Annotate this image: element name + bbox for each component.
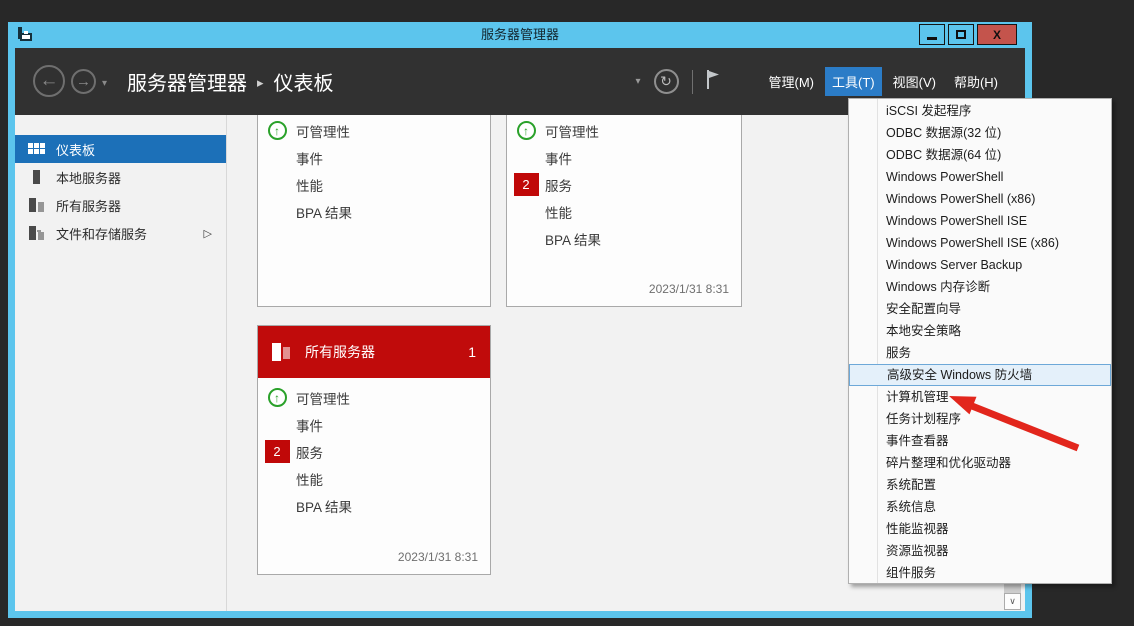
local-server-icon (28, 169, 45, 185)
tools-menu-item-local-security-policy[interactable]: 本地安全策略 (849, 320, 1111, 342)
tools-menu-item-powershell-ise[interactable]: Windows PowerShell ISE (849, 210, 1111, 232)
back-arrow-icon: ← (40, 70, 59, 92)
chevron-down-icon: ∨ (1009, 596, 1016, 607)
manageability-up-icon: ↑ (517, 121, 536, 140)
tile-row-manageability[interactable]: ↑ 可管理性 (507, 117, 741, 144)
history-dropdown-icon[interactable]: ▾ (102, 78, 107, 89)
breadcrumb-root[interactable]: 服务器管理器 (127, 67, 247, 96)
tools-menu-item-powershell[interactable]: Windows PowerShell (849, 166, 1111, 188)
sidebar-item-label: 文件和存储服务 (56, 224, 147, 243)
tools-menu-item-services[interactable]: 服务 (849, 342, 1111, 364)
manageability-up-icon: ↑ (268, 121, 287, 140)
tools-menu-item-computer-management[interactable]: 计算机管理 (849, 386, 1111, 408)
tools-dropdown-menu: iSCSI 发起程序 ODBC 数据源(32 位) ODBC 数据源(64 位)… (848, 98, 1112, 584)
titlebar[interactable]: 服务器管理器 X (8, 22, 1032, 48)
maximize-icon (956, 30, 966, 39)
tools-menu-item-system-information[interactable]: 系统信息 (849, 496, 1111, 518)
tile-header-label: 所有服务器 (305, 342, 375, 362)
sidebar-item-dashboard[interactable]: 仪表板 (15, 135, 226, 163)
tools-menu-item-performance-monitor[interactable]: 性能监视器 (849, 518, 1111, 540)
tools-menu-item-security-config-wizard[interactable]: 安全配置向导 (849, 298, 1111, 320)
tile-row-performance[interactable]: 性能 (258, 465, 490, 492)
menu-help[interactable]: 帮助(H) (947, 67, 1005, 96)
tile-row-bpa-results[interactable]: BPA 结果 (507, 225, 741, 252)
sidebar-item-label: 本地服务器 (56, 168, 121, 187)
file-storage-icon (28, 225, 45, 241)
services-count-badge: 2 (514, 173, 539, 196)
tile-row-events[interactable]: 事件 (507, 144, 741, 171)
tile-row-bpa-results[interactable]: BPA 结果 (258, 492, 490, 519)
manageability-up-icon: ↑ (268, 388, 287, 407)
tile-row-performance[interactable]: 性能 (258, 171, 490, 198)
window-controls: X (919, 24, 1017, 45)
sidebar-item-label: 仪表板 (56, 140, 95, 159)
breadcrumb: 服务器管理器 ▸ 仪表板 (127, 48, 334, 115)
tile-timestamp: 2023/1/31 8:31 (398, 550, 478, 564)
menu-tools[interactable]: 工具(T) (825, 67, 882, 96)
tools-menu-item-powershell-ise-x86[interactable]: Windows PowerShell ISE (x86) (849, 232, 1111, 254)
refresh-icon: ↻ (660, 73, 672, 90)
refresh-button[interactable]: ↻ (654, 69, 679, 94)
tile-row-events[interactable]: 事件 (258, 411, 490, 438)
tools-menu-item-system-configuration[interactable]: 系统配置 (849, 474, 1111, 496)
navbar-menus: 管理(M) 工具(T) 视图(V) 帮助(H) (762, 67, 1006, 96)
role-tile-2: ↑ 可管理性 事件 2 服务 (506, 115, 742, 307)
desktop-background: 服务器管理器 X ← → ▾ 服务器管理器 ▸ 仪表板 ▾ ↻ (0, 0, 1134, 626)
breadcrumb-current: 仪表板 (274, 67, 334, 96)
sidebar-item-local-server[interactable]: 本地服务器 (15, 163, 226, 191)
minimize-icon (927, 37, 937, 40)
close-icon: X (993, 28, 1001, 42)
tile-server-count: 1 (468, 344, 476, 360)
tools-menu-item-iscsi-initiator[interactable]: iSCSI 发起程序 (849, 100, 1111, 122)
breadcrumb-separator-icon: ▸ (257, 73, 264, 91)
all-servers-icon (28, 197, 45, 213)
tools-menu-item-defrag-optimize-drives[interactable]: 碎片整理和优化驱动器 (849, 452, 1111, 474)
tools-menu-item-task-scheduler[interactable]: 任务计划程序 (849, 408, 1111, 430)
dashboard-icon (28, 141, 45, 157)
tools-menu-item-powershell-x86[interactable]: Windows PowerShell (x86) (849, 188, 1111, 210)
close-button[interactable]: X (977, 24, 1017, 45)
menu-manage[interactable]: 管理(M) (762, 67, 822, 96)
all-servers-tile-header[interactable]: 所有服务器 1 (258, 326, 490, 378)
tile-row-manageability[interactable]: ↑ 可管理性 (258, 117, 490, 144)
sidebar: 仪表板 本地服务器 所有服务器 (15, 115, 227, 611)
servers-icon (272, 342, 294, 362)
tile-row-services[interactable]: 2 服务 (258, 438, 490, 465)
window-title: 服务器管理器 (8, 22, 1032, 48)
notifications-dropdown-icon[interactable]: ▾ (635, 76, 640, 87)
tile-row-bpa-results[interactable]: BPA 结果 (258, 198, 490, 225)
sidebar-item-all-servers[interactable]: 所有服务器 (15, 191, 226, 219)
tools-menu-item-memory-diagnostic[interactable]: Windows 内存诊断 (849, 276, 1111, 298)
tile-row-services[interactable]: 2 服务 (507, 171, 741, 198)
tools-menu-item-server-backup[interactable]: Windows Server Backup (849, 254, 1111, 276)
all-servers-tile: 所有服务器 1 ↑ 可管理性 事件 (257, 325, 491, 575)
tools-menu-item-event-viewer[interactable]: 事件查看器 (849, 430, 1111, 452)
navbar-divider (692, 70, 693, 94)
tools-menu-item-resource-monitor[interactable]: 资源监视器 (849, 540, 1111, 562)
forward-button[interactable]: → (71, 69, 96, 94)
sidebar-item-label: 所有服务器 (56, 196, 121, 215)
tile-row-performance[interactable]: 性能 (507, 198, 741, 225)
menu-view[interactable]: 视图(V) (886, 67, 943, 96)
maximize-button[interactable] (948, 24, 974, 45)
tools-menu-item-odbc-32[interactable]: ODBC 数据源(32 位) (849, 122, 1111, 144)
back-button[interactable]: ← (33, 65, 65, 97)
tile-timestamp: 2023/1/31 8:31 (649, 282, 729, 296)
forward-arrow-icon: → (76, 73, 91, 90)
expand-arrow-icon[interactable]: ▷ (204, 227, 212, 240)
tools-menu-item-advanced-firewall[interactable]: 高级安全 Windows 防火墙 (849, 364, 1111, 386)
notifications-flag-icon[interactable] (706, 70, 721, 94)
scrollbar-down-button[interactable]: ∨ (1004, 593, 1021, 610)
tile-row-manageability[interactable]: ↑ 可管理性 (258, 384, 490, 411)
role-tile-1: ↑ 可管理性 事件 性能 (257, 115, 491, 307)
minimize-button[interactable] (919, 24, 945, 45)
tile-row-events[interactable]: 事件 (258, 144, 490, 171)
sidebar-item-file-storage-services[interactable]: 文件和存储服务 ▷ (15, 219, 226, 247)
tools-menu-item-component-services[interactable]: 组件服务 (849, 562, 1111, 584)
tools-menu-item-odbc-64[interactable]: ODBC 数据源(64 位) (849, 144, 1111, 166)
services-count-badge: 2 (265, 440, 290, 463)
